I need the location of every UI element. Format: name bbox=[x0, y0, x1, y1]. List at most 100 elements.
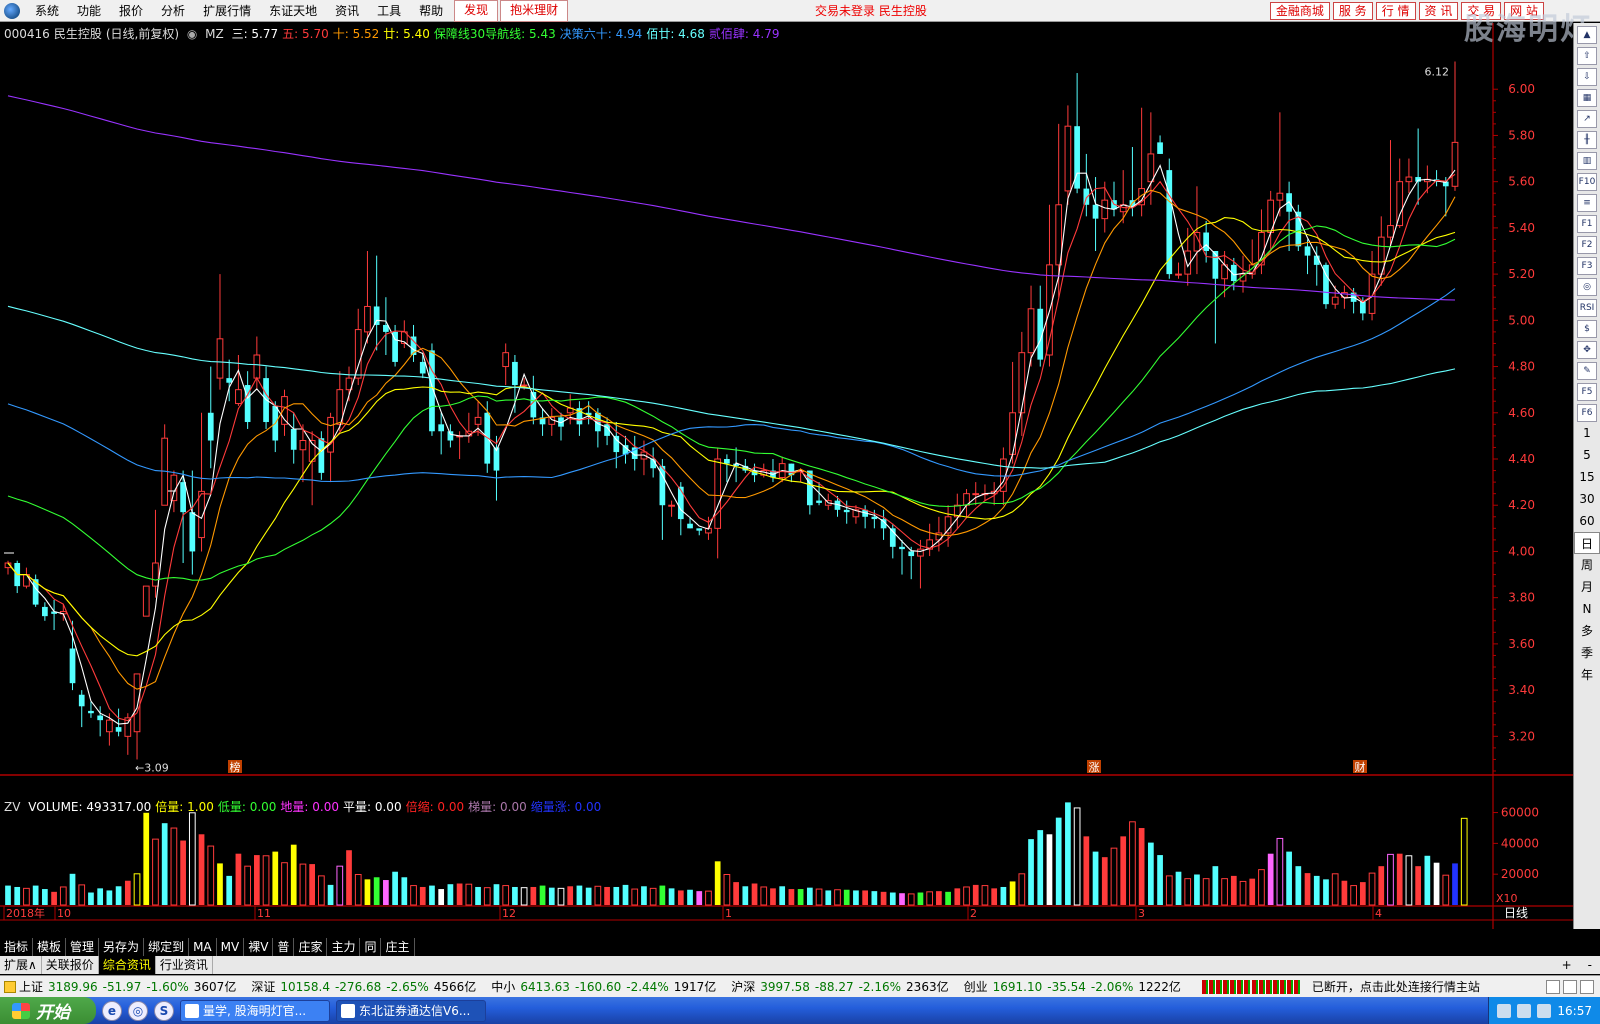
tray-network-icon[interactable] bbox=[1497, 1003, 1512, 1018]
dollar-icon[interactable]: $ bbox=[1577, 320, 1597, 338]
chart-canvas[interactable]: 6.00 5.80 5.60 5.40 5.20 5.00 4.80 4.60 4.40 4.20… bbox=[0, 23, 1573, 929]
indicator-tab-6[interactable]: MV bbox=[217, 938, 245, 956]
rsi-icon[interactable]: RSI bbox=[1577, 299, 1597, 317]
indicator-dropdown-icon[interactable]: ◉ bbox=[187, 27, 197, 41]
grid-icon[interactable]: ▦ bbox=[1577, 89, 1597, 107]
event-marker[interactable]: 榜 bbox=[228, 760, 242, 774]
collapse-minus-button[interactable]: - bbox=[1580, 956, 1600, 974]
index-quote-1[interactable]: 深证 10158.4 -276.68 -2.65% 4566亿 bbox=[251, 978, 481, 995]
volume-bar bbox=[327, 884, 334, 905]
index-quote-0[interactable]: 上证 3189.96 -51.97 -1.60% 3607亿 bbox=[19, 978, 241, 995]
period-button-9[interactable]: 多 bbox=[1574, 620, 1600, 642]
f3-icon[interactable]: F3 bbox=[1577, 257, 1597, 275]
period-button-8[interactable]: N bbox=[1574, 598, 1600, 620]
period-button-10[interactable]: 季 bbox=[1574, 642, 1600, 664]
app-logo-icon[interactable] bbox=[4, 2, 20, 19]
target-icon[interactable]: ◎ bbox=[1577, 278, 1597, 296]
price-tick-label: 3.40 bbox=[1508, 683, 1535, 697]
period-button-7[interactable]: 月 bbox=[1574, 576, 1600, 598]
connection-message[interactable]: 已断开，点击此处连接行情主站 bbox=[1312, 978, 1480, 995]
kline-svg[interactable]: 6.00 5.80 5.60 5.40 5.20 5.00 4.80 4.60 4.40 4.20… bbox=[0, 23, 1573, 929]
arrow-down-icon[interactable]: ⇩ bbox=[1577, 68, 1597, 86]
event-marker[interactable]: 财 bbox=[1353, 760, 1367, 774]
period-button-6[interactable]: 周 bbox=[1574, 554, 1600, 576]
indicator-tab-11[interactable]: 同 bbox=[360, 938, 382, 956]
info-tab-3[interactable]: 行业资讯 bbox=[156, 956, 213, 974]
index-quote-4[interactable]: 创业 1691.10 -35.54 -2.06% 1222亿 bbox=[964, 978, 1186, 995]
period-button-0[interactable]: 1 bbox=[1574, 422, 1600, 444]
indicator-tab-10[interactable]: 主力 bbox=[327, 938, 361, 956]
event-marker[interactable]: 涨 bbox=[1087, 760, 1101, 774]
bar-chart-icon[interactable]: ▥ bbox=[1577, 152, 1597, 170]
indicator-tab-5[interactable]: MA bbox=[189, 938, 217, 956]
pencil-icon[interactable]: ✎ bbox=[1577, 362, 1597, 380]
f1-icon[interactable]: F1 bbox=[1577, 215, 1597, 233]
task-liangxue[interactable]: 量学, 股海明灯官... bbox=[180, 999, 330, 1022]
info-tab-0[interactable]: 扩展∧ bbox=[0, 956, 42, 974]
menu-item-discover[interactable]: 发现 bbox=[454, 0, 499, 22]
list-icon[interactable]: ≡ bbox=[1577, 194, 1597, 212]
chart-area[interactable]: 6.00 5.80 5.60 5.40 5.20 5.00 4.80 4.60 4.40 4.20… bbox=[0, 23, 1600, 929]
indicator-tab-1[interactable]: 模板 bbox=[33, 938, 67, 956]
task-tongdaxin[interactable]: 东北证券通达信V6... bbox=[336, 999, 486, 1022]
market-button[interactable]: 行 情 bbox=[1375, 1, 1416, 20]
start-button[interactable]: 开始 bbox=[0, 997, 96, 1024]
trend-icon[interactable]: ↗ bbox=[1577, 110, 1597, 128]
menu-item-quote[interactable]: 报价 bbox=[110, 0, 152, 22]
desktop-icon[interactable]: ◎ bbox=[128, 1000, 148, 1021]
indicator-tab-2[interactable]: 管理 bbox=[66, 938, 100, 956]
volume-bar bbox=[438, 889, 445, 905]
ie-icon[interactable]: e bbox=[102, 1000, 122, 1021]
connection-bars[interactable] bbox=[1201, 979, 1300, 994]
menu-item-system[interactable]: 系统 bbox=[26, 0, 68, 22]
index-quote-2[interactable]: 中小 6413.63 -160.60 -2.44% 1917亿 bbox=[491, 978, 721, 995]
f10-icon[interactable]: F10 bbox=[1577, 173, 1597, 191]
indicator-tab-9[interactable]: 庄家 bbox=[294, 938, 328, 956]
info-tab-2[interactable]: 综合资讯 bbox=[98, 956, 156, 974]
index-quote-3[interactable]: 沪深 3997.58 -88.27 -2.16% 2363亿 bbox=[731, 978, 953, 995]
volume-info-line: ZV VOLUME: 493317.00 倍量: 1.00 低量: 0.00 地量: … bbox=[4, 798, 609, 815]
menu-item-tools[interactable]: 工具 bbox=[368, 0, 410, 22]
period-button-5[interactable]: 日 bbox=[1574, 532, 1600, 554]
indicator-tab-4[interactable]: 绑定到 bbox=[144, 938, 190, 956]
period-button-11[interactable]: 年 bbox=[1574, 664, 1600, 686]
f6-icon[interactable]: F6 bbox=[1577, 404, 1597, 422]
scroll-up-icon[interactable]: ▲ bbox=[1577, 26, 1597, 44]
menu-item-extended-market[interactable]: 扩展行情 bbox=[194, 0, 260, 22]
f2-icon[interactable]: F2 bbox=[1577, 236, 1597, 254]
move-icon[interactable]: ✥ bbox=[1577, 341, 1597, 359]
volume-bar bbox=[1433, 862, 1440, 905]
minimize-icon[interactable] bbox=[1546, 979, 1560, 994]
menu-item-function[interactable]: 功能 bbox=[68, 0, 110, 22]
arrow-up-icon[interactable]: ⇧ bbox=[1577, 47, 1597, 65]
menu-item-help[interactable]: 帮助 bbox=[410, 0, 452, 22]
restore-icon[interactable] bbox=[1563, 979, 1577, 994]
tray-volume-icon[interactable] bbox=[1517, 1003, 1532, 1018]
candle-icon[interactable]: ╫ bbox=[1577, 131, 1597, 149]
info-tab-1[interactable]: 关联报价 bbox=[42, 956, 99, 974]
news-button[interactable]: 资 讯 bbox=[1418, 1, 1459, 20]
menu-item-news[interactable]: 资讯 bbox=[326, 0, 368, 22]
time-tick-label: 3 bbox=[1138, 907, 1145, 920]
period-button-1[interactable]: 5 bbox=[1574, 444, 1600, 466]
close-icon[interactable] bbox=[1580, 979, 1594, 994]
volume-bar bbox=[1009, 881, 1016, 905]
finance-mall-button[interactable]: 金融商城 bbox=[1269, 1, 1330, 20]
vol-value-7: 缩量涨: 0.00 bbox=[530, 800, 602, 814]
indicator-tab-8[interactable]: 普 bbox=[273, 938, 295, 956]
tray-app-icon[interactable] bbox=[1537, 1003, 1552, 1018]
menu-item-analysis[interactable]: 分析 bbox=[152, 0, 194, 22]
period-button-4[interactable]: 60 bbox=[1574, 510, 1600, 532]
indicator-tab-7[interactable]: 裸V bbox=[244, 938, 274, 956]
period-button-3[interactable]: 30 bbox=[1574, 488, 1600, 510]
indicator-tab-0[interactable]: 指标 bbox=[0, 938, 34, 956]
period-button-2[interactable]: 15 bbox=[1574, 466, 1600, 488]
service-button[interactable]: 服 务 bbox=[1332, 1, 1373, 20]
expand-plus-button[interactable]: + bbox=[1554, 956, 1580, 974]
app-quicklaunch-icon[interactable]: S bbox=[154, 1000, 174, 1021]
menu-item-baomi-finance[interactable]: 抱米理财 bbox=[500, 0, 569, 22]
menu-item-dongzheng[interactable]: 东证天地 bbox=[260, 0, 326, 22]
f5-icon[interactable]: F5 bbox=[1577, 383, 1597, 401]
indicator-tab-3[interactable]: 另存为 bbox=[99, 938, 145, 956]
indicator-tab-12[interactable]: 庄主 bbox=[381, 938, 415, 956]
